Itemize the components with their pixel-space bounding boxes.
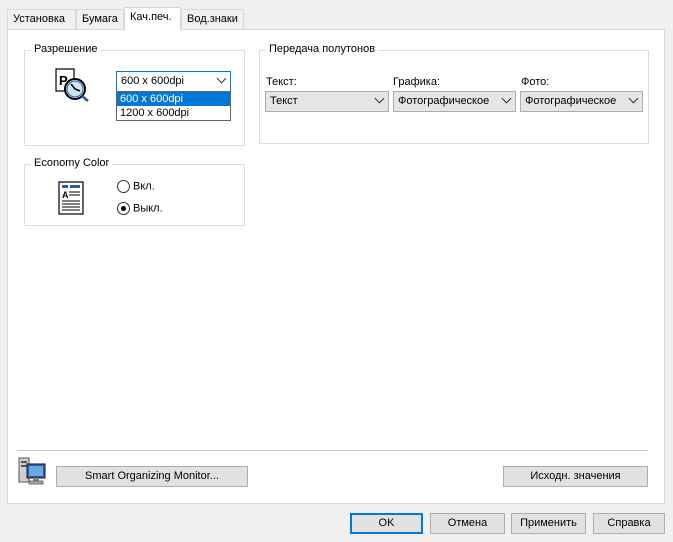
ok-label: OK [378, 517, 395, 529]
resolution-select[interactable]: 600 x 600dpi [116, 71, 231, 92]
computer-monitor-icon [18, 457, 46, 485]
radio-circle [117, 180, 130, 193]
photo-halftone-select[interactable]: Фотографическое [520, 91, 643, 112]
halftone-legend: Передача полутонов [266, 43, 379, 55]
resolution-option-600[interactable]: 600 x 600dpi [117, 92, 230, 106]
text-halftone-select[interactable]: Текст [265, 91, 389, 112]
help-label: Справка [607, 517, 651, 529]
graphics-label: Графика: [393, 76, 440, 88]
printer-clock-icon: P [55, 68, 89, 102]
economy-on-radio[interactable]: Вкл. [117, 180, 155, 194]
chevron-down-icon [628, 93, 639, 104]
help-button[interactable]: Справка [593, 513, 665, 534]
apply-label: Применить [520, 517, 577, 529]
tab-paper[interactable]: Бумага [76, 9, 124, 29]
restore-defaults-button[interactable]: Исходн. значения [503, 466, 648, 487]
cancel-button[interactable]: Отмена [430, 513, 505, 534]
tab-label: Установка [13, 13, 65, 25]
tab-setup[interactable]: Установка [7, 9, 76, 29]
photo-halftone-value: Фотографическое [525, 95, 617, 107]
resolution-option-1200[interactable]: 1200 x 600dpi [117, 106, 230, 120]
tab-print-quality[interactable]: Кач.печ. [124, 7, 181, 31]
tab-watermarks[interactable]: Вод.знаки [181, 9, 244, 29]
ok-button[interactable]: OK [350, 513, 423, 534]
text-label: Текст: [266, 76, 297, 88]
tab-label: Вод.знаки [187, 13, 238, 25]
chevron-down-icon [216, 73, 227, 84]
economy-color-legend: Economy Color [31, 157, 113, 169]
text-halftone-value: Текст [270, 95, 298, 107]
resolution-dropdown-list: 600 x 600dpi 1200 x 600dpi [116, 91, 231, 121]
chevron-down-icon [374, 93, 385, 104]
resolution-legend: Разрешение [31, 43, 101, 55]
monitor-button-label: Smart Organizing Monitor... [85, 470, 219, 482]
defaults-button-label: Исходн. значения [530, 470, 621, 482]
print-properties-dialog: { "tabs": [ {"label": "Установка", "acti… [0, 0, 673, 542]
divider [17, 450, 648, 451]
graphics-halftone-select[interactable]: Фотографическое [393, 91, 516, 112]
resolution-selected-value: 600 x 600dpi [121, 75, 184, 87]
smart-organizing-monitor-button[interactable]: Smart Organizing Monitor... [56, 466, 248, 487]
cancel-label: Отмена [447, 517, 488, 529]
tab-label: Кач.печ. [130, 11, 172, 23]
chevron-down-icon [501, 93, 512, 104]
graphics-halftone-value: Фотографическое [398, 95, 490, 107]
economy-off-label: Выкл. [133, 202, 163, 215]
document-page-icon: A [58, 181, 84, 215]
radio-circle-selected [117, 202, 130, 215]
tab-bar: Установка Бумага Кач.печ. Вод.знаки [7, 7, 667, 31]
photo-label: Фото: [521, 76, 550, 88]
economy-off-radio[interactable]: Выкл. [117, 202, 163, 216]
svg-text:A: A [62, 190, 69, 200]
economy-color-group: Economy Color A [24, 157, 245, 226]
economy-on-label: Вкл. [133, 180, 155, 193]
tab-label: Бумага [82, 13, 118, 25]
apply-button[interactable]: Применить [511, 513, 586, 534]
